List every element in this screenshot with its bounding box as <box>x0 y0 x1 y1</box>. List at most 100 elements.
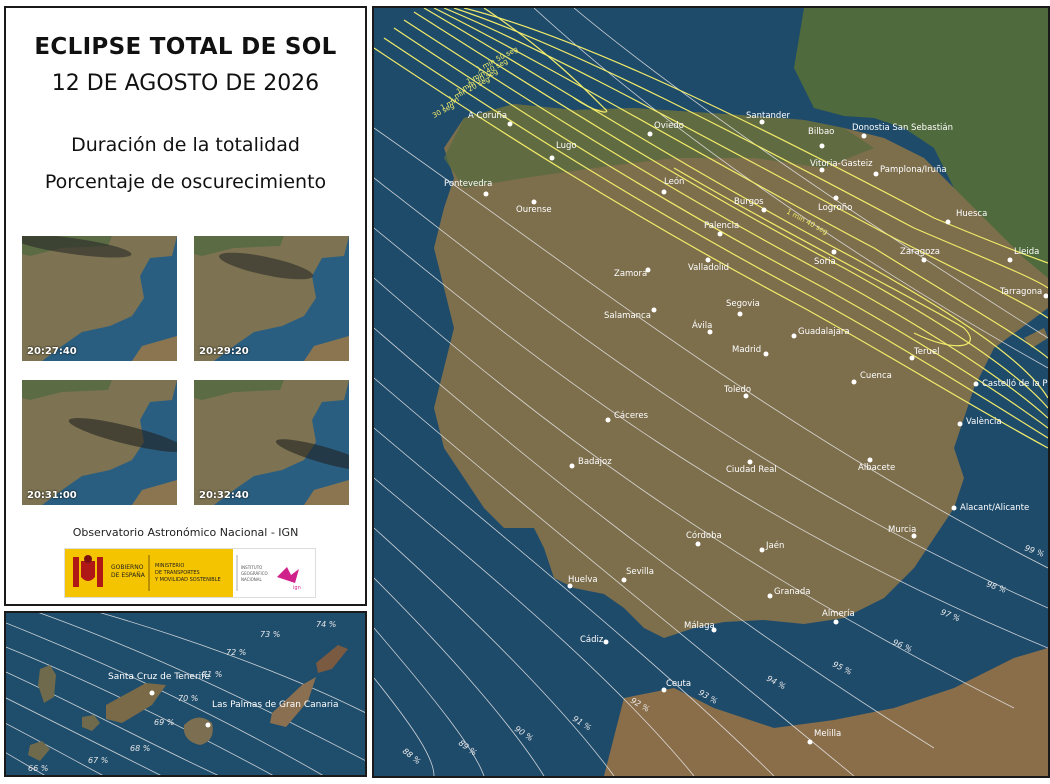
city-dot <box>763 351 769 357</box>
city-label: Castelló de la Plana <box>982 378 1048 389</box>
city-dot <box>149 690 155 696</box>
city-dot <box>807 739 813 745</box>
city-label: Zaragoza <box>900 247 940 257</box>
city-label: Cuenca <box>860 371 892 381</box>
city-label: Zamora <box>614 269 647 279</box>
city-dot <box>661 189 667 195</box>
percent-label: 71 % <box>202 670 222 679</box>
city-label: Córdoba <box>686 530 722 541</box>
city-label: Madrid <box>732 345 761 355</box>
svg-text:GEOGRÁFICO: GEOGRÁFICO <box>241 571 268 576</box>
city-label: A Coruña <box>468 111 507 121</box>
city-dot <box>833 195 839 201</box>
city-label: Guadalajara <box>798 327 850 337</box>
ministerio-logo-text: MINISTERIO <box>155 563 184 569</box>
city-dot <box>945 219 951 225</box>
city-dot <box>873 171 879 177</box>
city-dot <box>759 547 765 553</box>
city-dot <box>507 121 513 127</box>
city-label: Ourense <box>516 205 552 215</box>
city-label: Jaén <box>765 540 784 551</box>
main-map: 1 min 50 seg 1 min 40 seg 1 min 30 seg 1… <box>372 6 1050 778</box>
city-dot <box>569 463 575 469</box>
percent-label: 69 % <box>154 718 174 727</box>
percent-label: 73 % <box>260 630 280 639</box>
eclipse-thumbnail-1: 20:27:40 <box>22 236 177 361</box>
thumbnail-time-2: 20:29:20 <box>199 346 249 357</box>
city-dot <box>1007 257 1013 263</box>
city-dot <box>747 459 753 465</box>
city-dot <box>921 257 927 263</box>
government-logos: GOBIERNO DE ESPAÑA MINISTERIO DE TRANSPO… <box>64 548 316 598</box>
percent-label: 72 % <box>226 648 246 657</box>
city-label: Palencia <box>704 221 739 231</box>
city-dot <box>717 231 723 237</box>
city-dot <box>831 249 837 255</box>
svg-text:DE ESPAÑA: DE ESPAÑA <box>111 572 146 579</box>
eclipse-thumbnail-4: 20:32:40 <box>194 380 349 505</box>
city-label: Almería <box>822 609 855 619</box>
legend-duration-label: Duración de la totalidad <box>71 134 300 156</box>
city-label: Murcia <box>888 525 916 535</box>
legend-panel: ECLIPSE TOTAL DE SOL 12 DE AGOSTO DE 202… <box>4 6 367 606</box>
city-label: Alacant/Alicante <box>960 503 1029 513</box>
city-label: Sevilla <box>626 567 654 577</box>
city-dot <box>957 421 963 427</box>
city-label: Pamplona/Iruña <box>880 165 947 175</box>
city-label: València <box>966 416 1002 427</box>
city-dot <box>761 207 767 213</box>
city-dot <box>737 311 743 317</box>
city-dot <box>861 133 867 139</box>
city-dot <box>851 379 857 385</box>
canary-islands-inset: Santa Cruz de Tenerife Las Palmas de Gra… <box>4 611 367 777</box>
city-dot <box>833 619 839 625</box>
svg-text:DE TRANSPORTES: DE TRANSPORTES <box>155 570 200 576</box>
city-label: Valladolid <box>688 263 729 273</box>
city-label: Ciudad Real <box>726 465 777 475</box>
city-label: Oviedo <box>654 121 684 131</box>
city-label: Huelva <box>568 575 598 585</box>
city-label: Segovia <box>726 299 760 309</box>
city-label: Ávila <box>692 319 712 331</box>
ign-logo-text: INSTITUTO <box>241 565 262 570</box>
city-label: Lleida <box>1014 247 1039 257</box>
city-dot <box>705 257 711 263</box>
percent-label: 74 % <box>316 620 336 629</box>
city-label: León <box>664 176 684 187</box>
city-dot <box>819 143 825 149</box>
map-title: ECLIPSE TOTAL DE SOL <box>34 34 337 60</box>
thumbnail-time-3: 20:31:00 <box>27 490 77 501</box>
city-label: Málaga <box>684 621 715 631</box>
city-dot <box>951 505 957 511</box>
city-label: Salamanca <box>604 311 651 321</box>
svg-text:Y MOVILIDAD SOSTENIBLE: Y MOVILIDAD SOSTENIBLE <box>154 577 221 583</box>
city-dot <box>205 722 211 728</box>
city-label: Huesca <box>956 209 987 219</box>
city-label: Burgos <box>734 197 764 207</box>
ign-logo-icon: ign <box>277 567 301 591</box>
city-dot <box>603 639 609 645</box>
percent-label: 70 % <box>178 694 198 703</box>
observatory-credit: Observatorio Astronómico Nacional - IGN <box>72 526 299 539</box>
city-label: Tarragona <box>999 287 1042 297</box>
svg-text:ign: ign <box>293 585 301 591</box>
city-label: Soria <box>814 257 836 267</box>
city-dot <box>973 381 979 387</box>
city-dot <box>791 333 797 339</box>
percent-label: 66 % <box>28 764 48 773</box>
eclipse-thumbnail-2: 20:29:20 <box>194 236 349 361</box>
percent-label: 68 % <box>130 744 150 753</box>
city-label: Santa Cruz de Tenerife <box>108 672 210 682</box>
thumbnail-time-1: 20:27:40 <box>27 346 77 357</box>
eclipse-thumbnail-3: 20:31:00 <box>22 380 177 505</box>
map-date: 12 DE AGOSTO DE 2026 <box>51 71 320 96</box>
city-dot <box>531 199 537 205</box>
city-dot <box>621 577 627 583</box>
city-label: Donostia San Sebastián <box>852 123 953 133</box>
city-dot <box>647 131 653 137</box>
city-dot <box>767 593 773 599</box>
city-label: Santander <box>746 111 791 121</box>
city-dot <box>867 457 873 463</box>
city-label: Melilla <box>814 729 841 739</box>
thumbnail-time-4: 20:32:40 <box>199 490 249 501</box>
